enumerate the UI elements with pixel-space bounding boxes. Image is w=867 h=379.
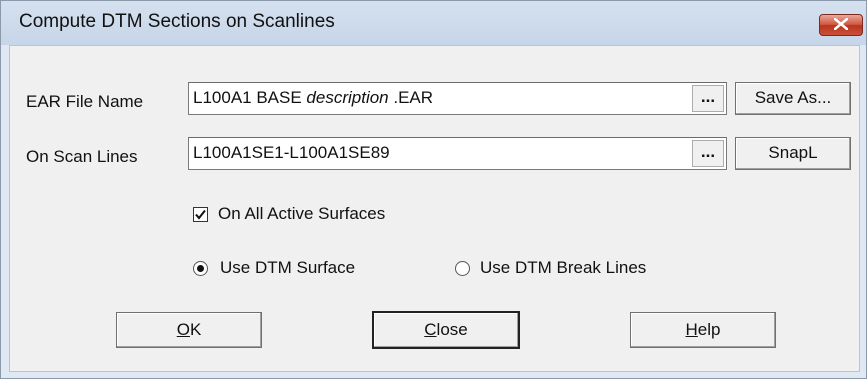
window-title: Compute DTM Sections on Scanlines: [19, 11, 335, 32]
scan-lines-browse-button[interactable]: ...: [692, 140, 724, 167]
ear-file-input[interactable]: L100A1 BASE description .EAR ...: [188, 82, 727, 115]
ear-file-browse-button[interactable]: ...: [692, 85, 724, 112]
scan-lines-value: L100A1SE1-L100A1SE89: [193, 143, 390, 162]
ok-label-rest: K: [189, 320, 202, 339]
help-label-rest: elp: [697, 320, 721, 339]
ear-file-value-italic: description: [306, 88, 389, 107]
use-surface-radio[interactable]: [193, 261, 208, 276]
close-x-icon: [834, 18, 848, 30]
dialog-window: Compute DTM Sections on Scanlines EAR Fi…: [0, 0, 867, 379]
ear-file-value-suffix: .EAR: [388, 88, 434, 107]
ear-file-value-prefix: L100A1 BASE: [193, 88, 307, 107]
close-button[interactable]: [819, 14, 863, 36]
use-surface-label[interactable]: Use DTM Surface: [220, 258, 355, 278]
save-as-button[interactable]: Save As...: [735, 82, 851, 115]
title-bar[interactable]: Compute DTM Sections on Scanlines: [1, 1, 866, 45]
ok-button[interactable]: OK: [116, 312, 262, 348]
close-dialog-button[interactable]: Close: [372, 311, 520, 349]
checkmark-icon: [195, 209, 206, 220]
use-break-lines-radio[interactable]: [455, 261, 470, 276]
all-surfaces-label[interactable]: On All Active Surfaces: [218, 204, 385, 224]
ear-file-label: EAR File Name: [26, 92, 144, 111]
close-label-rest: lose: [436, 320, 468, 339]
scan-lines-label: On Scan Lines: [26, 147, 138, 166]
snapl-button[interactable]: SnapL: [735, 137, 851, 170]
all-surfaces-checkbox[interactable]: [193, 207, 208, 222]
ear-file-value: L100A1 BASE description .EAR: [193, 88, 433, 108]
close-mnemonic: C: [424, 320, 437, 339]
help-button[interactable]: Help: [630, 312, 776, 348]
scan-lines-input[interactable]: L100A1SE1-L100A1SE89 ...: [188, 137, 727, 170]
help-mnemonic: H: [685, 320, 698, 339]
use-break-lines-label[interactable]: Use DTM Break Lines: [480, 258, 646, 278]
ok-mnemonic: O: [176, 320, 190, 339]
dialog-body: EAR File Name L100A1 BASE description .E…: [9, 45, 860, 372]
